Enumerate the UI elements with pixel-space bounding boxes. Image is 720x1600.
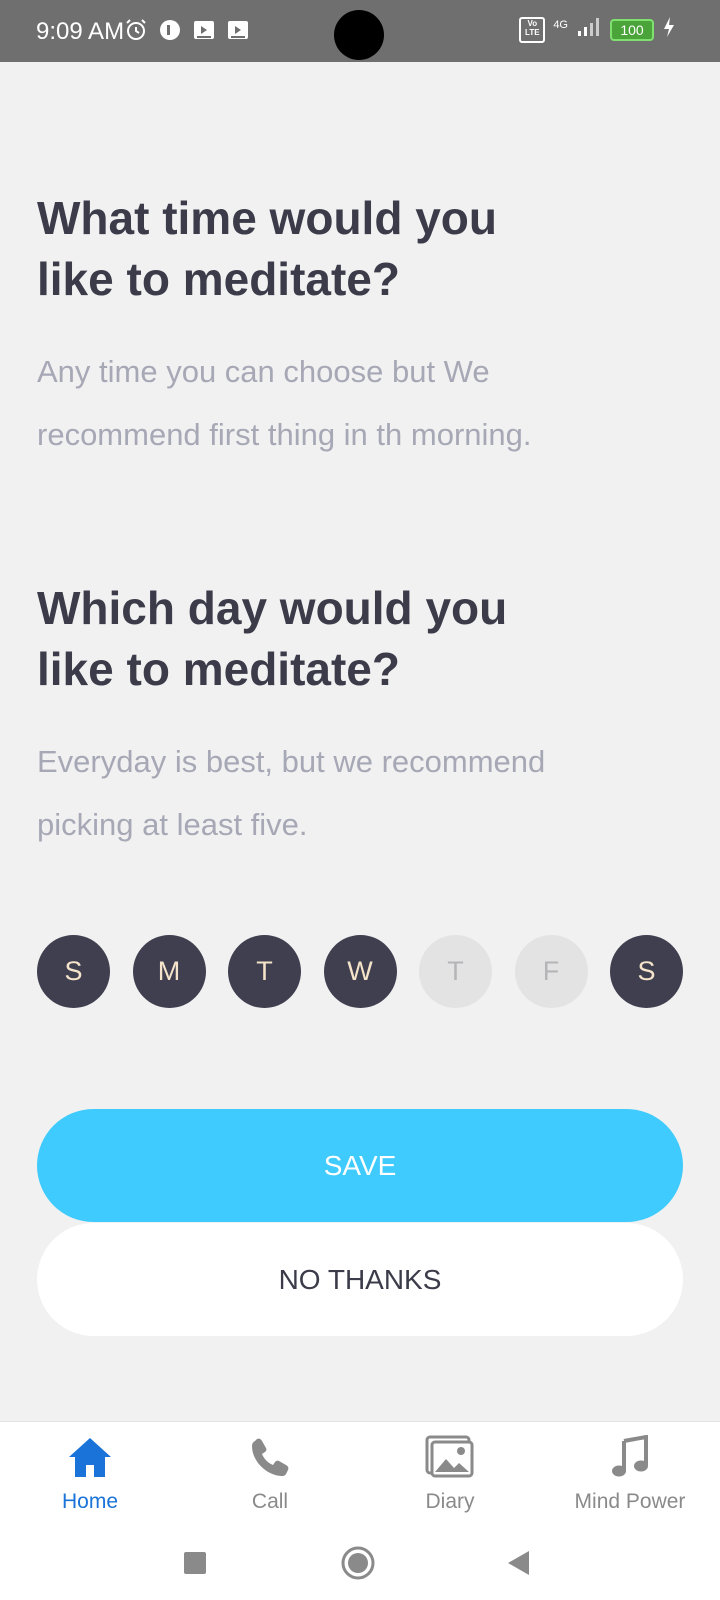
day-toggle-saturday[interactable]: S	[610, 935, 683, 1008]
time-title-line1: What time would you	[37, 192, 497, 244]
day-toggle-sunday[interactable]: S	[37, 935, 110, 1008]
day-title-line1: Which day would you	[37, 582, 508, 634]
day-toggle-monday[interactable]: M	[132, 935, 206, 1008]
day-toggle-thursday[interactable]: T	[419, 935, 492, 1008]
time-subtitle: Any time you can choose but We recommend…	[37, 340, 677, 466]
volte-icon: Vo LTE	[519, 16, 546, 43]
alarm-icon	[124, 18, 148, 42]
save-button[interactable]: SAVE	[37, 1109, 683, 1222]
time-title-line2: like to meditate?	[37, 253, 400, 305]
status-time: 9:09 AM	[36, 18, 125, 45]
status-icons-left	[124, 18, 250, 42]
battery-icon: 100	[610, 18, 654, 41]
charging-icon	[662, 16, 676, 43]
tab-diary[interactable]: Diary	[360, 1422, 540, 1532]
time-subtitle-line2: recommend first thing in th morning.	[37, 417, 532, 452]
time-subtitle-line1: Any time you can choose but We	[37, 354, 490, 389]
bottom-tab-bar: Home Call Diary Mind Power	[0, 1421, 720, 1532]
home-nav-button[interactable]	[338, 1543, 378, 1583]
music-note-icon	[540, 1432, 720, 1482]
day-title: Which day would you like to meditate?	[37, 578, 677, 700]
home-icon	[0, 1432, 180, 1482]
video-notification-icon	[192, 18, 216, 42]
tab-mind-power[interactable]: Mind Power	[540, 1422, 720, 1532]
phone-icon	[180, 1432, 360, 1482]
no-thanks-button[interactable]: NO THANKS	[37, 1223, 683, 1336]
tab-diary-label: Diary	[425, 1490, 475, 1513]
day-title-line2: like to meditate?	[37, 643, 400, 695]
day-picker: S M T W T F S	[37, 935, 683, 1008]
app-notification-icon	[158, 18, 182, 42]
back-nav-button[interactable]	[498, 1543, 538, 1583]
system-nav-bar	[0, 1531, 720, 1600]
gallery-icon	[360, 1432, 540, 1482]
time-title: What time would you like to meditate?	[37, 188, 677, 310]
status-bar: 9:09 AM Vo LTE 4G 100	[0, 0, 720, 62]
tab-call[interactable]: Call	[180, 1422, 360, 1532]
day-toggle-tuesday[interactable]: T	[228, 935, 301, 1008]
signal-icon	[576, 16, 602, 43]
camera-cutout	[334, 10, 384, 60]
status-icons-right: Vo LTE 4G 100	[519, 16, 676, 43]
day-toggle-friday[interactable]: F	[514, 935, 588, 1008]
day-toggle-wednesday[interactable]: W	[323, 935, 397, 1008]
recent-apps-button[interactable]	[175, 1543, 215, 1583]
tab-call-label: Call	[251, 1490, 289, 1513]
network-type: 4G	[553, 18, 568, 31]
day-subtitle-line1: Everyday is best, but we recommend	[37, 744, 546, 779]
tab-mind-power-label: Mind Power	[574, 1490, 686, 1513]
day-subtitle: Everyday is best, but we recommend picki…	[37, 730, 677, 856]
tab-home[interactable]: Home	[0, 1422, 180, 1532]
video-notification-icon-2	[226, 18, 250, 42]
day-subtitle-line2: picking at least five.	[37, 807, 308, 842]
tab-home-label: Home	[61, 1490, 119, 1513]
